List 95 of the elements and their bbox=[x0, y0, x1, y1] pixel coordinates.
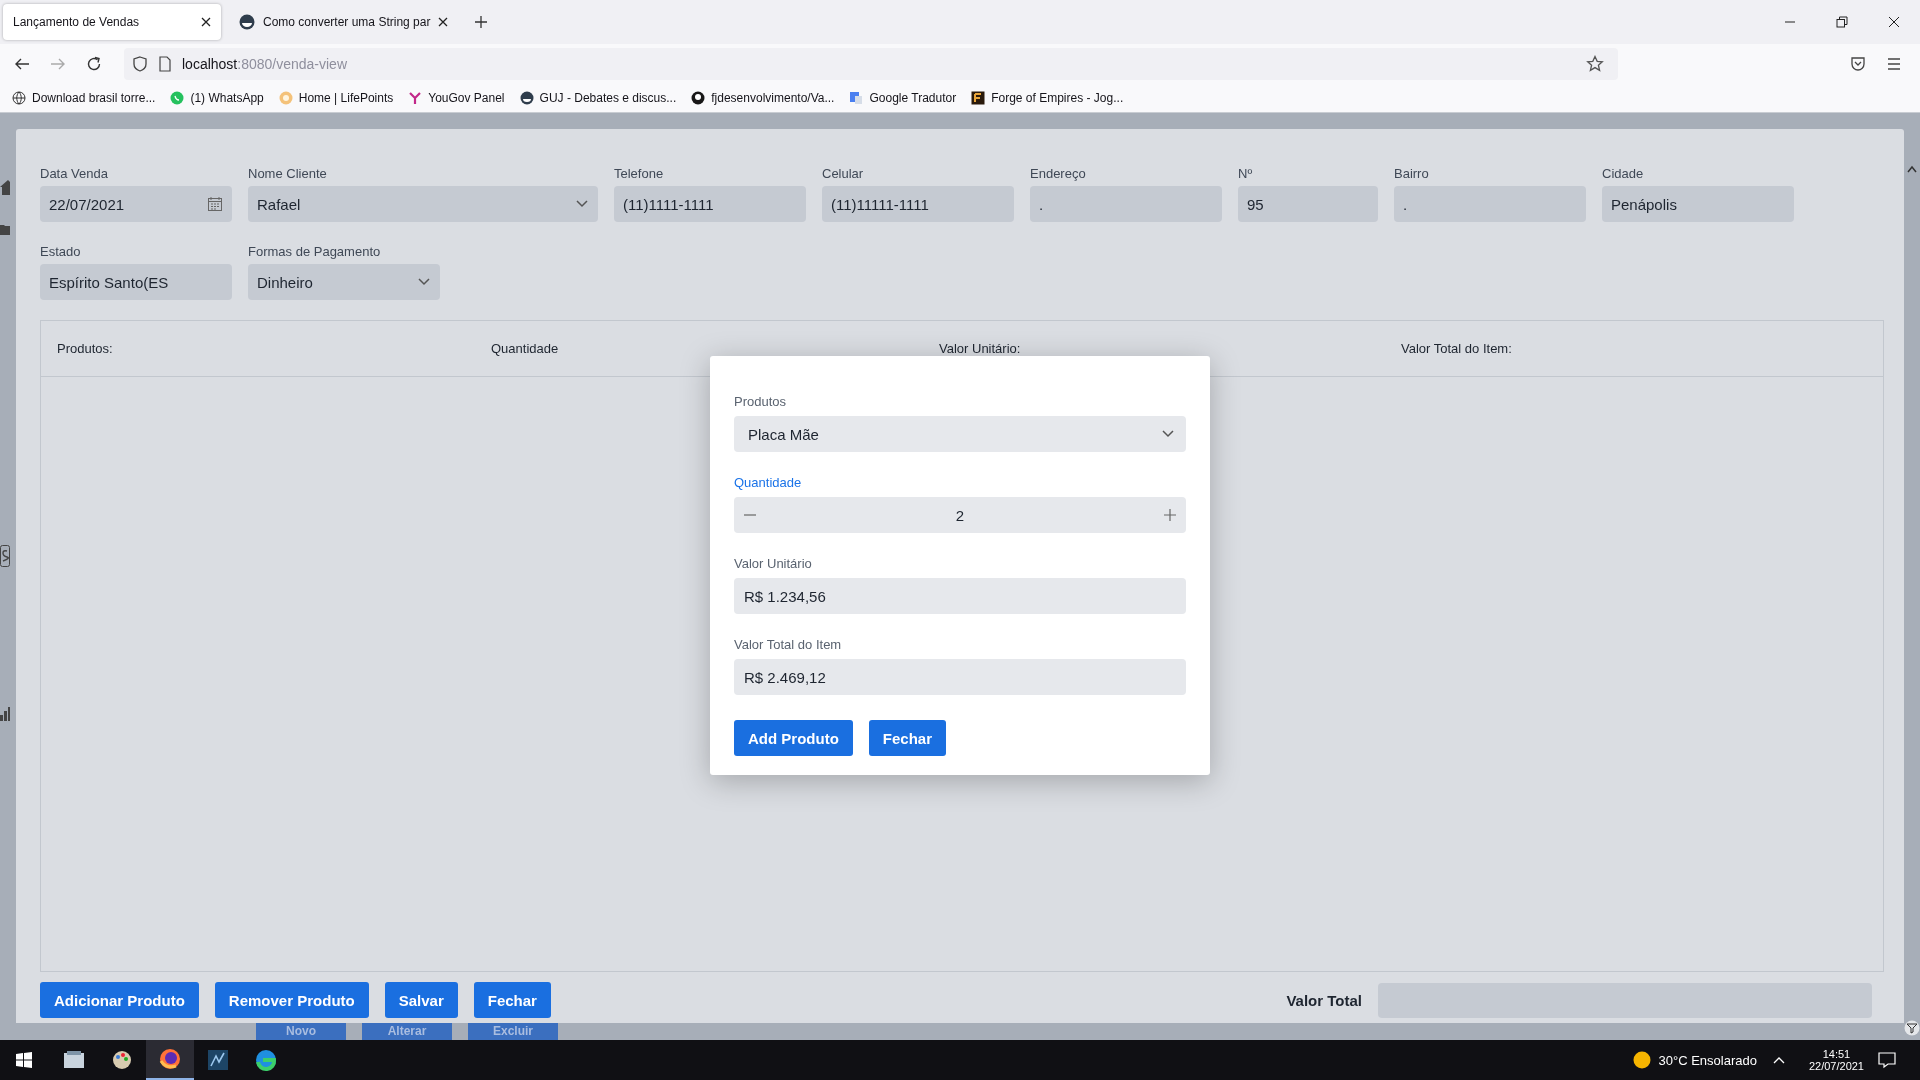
app-icon[interactable] bbox=[110, 1048, 134, 1072]
select-field[interactable]: Dinheiro bbox=[248, 264, 440, 300]
column-header: Quantidade bbox=[491, 341, 560, 356]
input-field[interactable]: . bbox=[1394, 186, 1586, 222]
browser-tab[interactable]: Como converter uma String par bbox=[229, 4, 459, 40]
bookmark-label: Google Tradutor bbox=[869, 91, 957, 105]
bookmark-link[interactable]: (1) WhatsApp bbox=[170, 91, 264, 105]
app-icon[interactable] bbox=[254, 1048, 278, 1072]
url-text: localhost:8080/venda-view bbox=[182, 56, 347, 72]
field-label: Nome Cliente bbox=[248, 166, 328, 181]
chevron-down-icon bbox=[418, 278, 430, 286]
site-icon bbox=[170, 91, 185, 105]
close-icon[interactable] bbox=[201, 17, 211, 27]
input-field[interactable]: . bbox=[1030, 186, 1222, 222]
reload-icon[interactable] bbox=[86, 56, 102, 72]
input-field[interactable]: Espírito Santo(ES bbox=[40, 264, 232, 300]
close-icon[interactable] bbox=[438, 17, 449, 27]
clock-date[interactable]: 22/07/2021 bbox=[1808, 1060, 1864, 1072]
app-icon[interactable] bbox=[158, 1047, 182, 1071]
input-field[interactable]: R$ 2.469,12 bbox=[734, 659, 1186, 695]
field-label: Cidade bbox=[1602, 166, 1645, 181]
input-field[interactable]: (11)1111-1111 bbox=[614, 186, 806, 222]
back-icon[interactable] bbox=[14, 56, 30, 72]
page-icon bbox=[158, 56, 172, 72]
new-tab-icon[interactable] bbox=[474, 15, 489, 29]
notification-icon[interactable] bbox=[1878, 1051, 1896, 1069]
field-label: Formas de Pagamento bbox=[248, 244, 382, 259]
site-icon bbox=[239, 14, 255, 30]
action-button[interactable]: Fechar bbox=[473, 982, 551, 1018]
bookmark-label: (1) WhatsApp bbox=[190, 91, 264, 105]
column-header: Valor Unitário: bbox=[939, 341, 1022, 356]
scroll-up-icon[interactable] bbox=[1907, 165, 1917, 173]
browser-tab[interactable]: Lançamento de Vendas bbox=[3, 4, 221, 40]
pocket-icon[interactable] bbox=[1850, 56, 1866, 72]
date-field[interactable]: 22/07/2021 bbox=[40, 186, 232, 222]
tab-title: Como converter uma String par bbox=[263, 15, 431, 29]
field-label: Valor Unitário bbox=[734, 556, 813, 571]
chart-icon[interactable] bbox=[0, 707, 10, 721]
input-field[interactable]: 95 bbox=[1238, 186, 1378, 222]
weather-text[interactable]: 30°C Ensolarado bbox=[1658, 1052, 1757, 1068]
star-icon[interactable] bbox=[1586, 55, 1604, 73]
menu-icon[interactable] bbox=[1886, 56, 1902, 72]
dialog-button[interactable]: Fechar bbox=[868, 720, 947, 756]
site-icon bbox=[849, 91, 864, 105]
field-label: Nº bbox=[1238, 166, 1254, 181]
site-icon bbox=[971, 91, 986, 105]
field-label: Produtos bbox=[734, 394, 788, 409]
plus-icon[interactable] bbox=[1164, 509, 1176, 521]
home-icon[interactable] bbox=[0, 179, 10, 195]
total-label: Valor Total bbox=[1286, 991, 1362, 1009]
calendar-icon bbox=[208, 197, 222, 211]
column-header: Valor Total do Item: bbox=[1401, 341, 1513, 356]
field-label: Telefone bbox=[614, 166, 665, 181]
input-field[interactable]: R$ 1.234,56 bbox=[734, 578, 1186, 614]
dialog-button[interactable]: Add Produto bbox=[734, 720, 853, 756]
site-icon bbox=[691, 91, 706, 105]
bookmark-link[interactable]: YouGov Panel bbox=[408, 91, 505, 105]
action-button[interactable]: Remover Produto bbox=[214, 982, 369, 1018]
bookmark-label: Home | LifePoints bbox=[298, 91, 394, 105]
field-label: Estado bbox=[40, 244, 82, 259]
field-label: Quantidade bbox=[734, 475, 803, 490]
clock-time[interactable]: 14:51 bbox=[1822, 1048, 1851, 1060]
field-label: Endereço bbox=[1030, 166, 1087, 181]
column-header: Produtos: bbox=[57, 341, 114, 356]
select-field[interactable]: Rafael bbox=[248, 186, 598, 222]
shield-icon bbox=[132, 56, 148, 72]
restore-icon[interactable] bbox=[1836, 16, 1848, 28]
field-label: Celular bbox=[822, 166, 865, 181]
site-icon bbox=[278, 91, 293, 105]
sun-icon[interactable] bbox=[1632, 1051, 1651, 1069]
bookmark-link[interactable]: Home | LifePoints bbox=[278, 91, 394, 105]
app-icon[interactable] bbox=[206, 1048, 230, 1072]
chevron-down-icon bbox=[576, 200, 588, 208]
windows-icon[interactable] bbox=[16, 1052, 32, 1068]
bookmark-label: YouGov Panel bbox=[428, 91, 505, 105]
action-button[interactable]: Adicionar Produto bbox=[40, 982, 199, 1018]
field-label: Valor Total do Item bbox=[734, 637, 843, 652]
field-label: Bairro bbox=[1394, 166, 1430, 181]
action-button[interactable]: Salvar bbox=[384, 982, 458, 1018]
address-bar[interactable]: localhost:8080/venda-view bbox=[124, 48, 1618, 80]
input-field[interactable]: (11)11111-1111 bbox=[822, 186, 1014, 222]
site-icon bbox=[519, 91, 534, 105]
filter-icon[interactable] bbox=[1904, 1020, 1920, 1036]
chevron-down-icon bbox=[1162, 430, 1174, 438]
field-label: Data Venda bbox=[40, 166, 109, 181]
input-field[interactable]: Penápolis bbox=[1602, 186, 1794, 222]
bookmark-link[interactable]: Google Tradutor bbox=[849, 91, 957, 105]
chevron-up-icon[interactable] bbox=[1772, 1056, 1785, 1064]
tab-title: Lançamento de Vendas bbox=[13, 15, 141, 29]
dollar-icon[interactable] bbox=[0, 545, 10, 567]
folder-icon[interactable] bbox=[0, 223, 10, 235]
close-icon[interactable] bbox=[1888, 16, 1900, 28]
site-icon bbox=[12, 91, 26, 105]
site-icon bbox=[408, 91, 423, 105]
select-field[interactable]: Placa Mãe bbox=[734, 416, 1186, 452]
